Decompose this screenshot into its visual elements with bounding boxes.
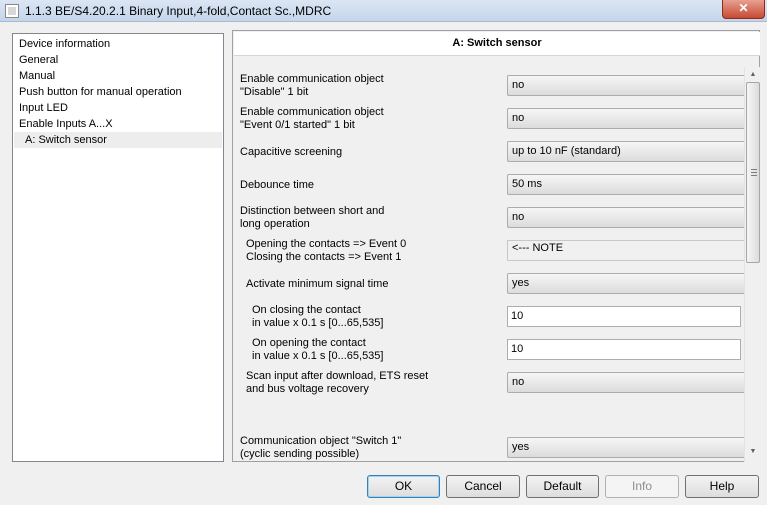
select-short-long[interactable]: no — [507, 207, 744, 228]
nav-item-general[interactable]: General — [19, 52, 58, 68]
window-title: 1.1.3 BE/S4.20.2.1 Binary Input,4-fold,C… — [25, 4, 332, 18]
param-label-switch-object: Communication object "Switch 1" (cyclic … — [240, 435, 402, 460]
scroll-down-icon[interactable]: ▼ — [745, 444, 761, 460]
param-label-debounce-time: Debounce time — [240, 179, 314, 191]
title-bar: 1.1.3 BE/S4.20.2.1 Binary Input,4-fold,C… — [0, 0, 767, 22]
param-label-min-signal-time: Activate minimum signal time — [246, 278, 389, 290]
nav-item-manual[interactable]: Manual — [19, 68, 55, 84]
info-button[interactable]: Info — [605, 475, 679, 498]
input-on-opening[interactable]: 10 — [507, 339, 741, 360]
nav-item-enable-inputs[interactable]: Enable Inputs A...X — [19, 116, 113, 132]
scroll-thumb[interactable] — [746, 82, 760, 263]
nav-item-switch-sensor-a[interactable]: A: Switch sensor — [14, 132, 222, 148]
select-switch-object[interactable]: yes — [507, 437, 744, 458]
param-label-scan-input: Scan input after download, ETS reset and… — [246, 370, 429, 395]
scroll-up-icon[interactable]: ▲ — [745, 67, 761, 83]
param-label-capacitive-screening: Capacitive screening — [240, 146, 343, 158]
default-button[interactable]: Default — [526, 475, 599, 498]
cancel-button[interactable]: Cancel — [446, 475, 520, 498]
parameter-panel: A: Switch sensor Enable communication ob… — [232, 30, 761, 462]
grip-icon — [751, 169, 757, 176]
app-icon — [5, 4, 19, 18]
param-label-on-closing: On closing the contact in value x 0.1 s … — [252, 304, 384, 329]
vertical-scrollbar[interactable]: ▲ ▼ — [744, 67, 761, 462]
select-capacitive-screening[interactable]: up to 10 nF (standard) — [507, 141, 744, 162]
param-label-short-long: Distinction between short and long opera… — [240, 205, 385, 230]
panel-title: A: Switch sensor — [234, 32, 760, 56]
param-label-disable: Enable communication object "Disable" 1 … — [240, 73, 384, 98]
nav-item-push-button[interactable]: Push button for manual operation — [19, 84, 182, 100]
ok-button[interactable]: OK — [367, 475, 440, 498]
close-button[interactable]: ✕ — [722, 0, 765, 19]
help-button[interactable]: Help — [685, 475, 759, 498]
select-event-started[interactable]: no — [507, 108, 744, 129]
select-min-signal-time[interactable]: yes — [507, 273, 744, 294]
nav-item-input-led[interactable]: Input LED — [19, 100, 68, 116]
param-label-contacts-info: Opening the contacts => Event 0 Closing … — [246, 238, 407, 263]
select-scan-input[interactable]: no — [507, 372, 744, 393]
parameter-tree: Device information General Manual Push b… — [12, 33, 224, 462]
parameter-list: Enable communication object "Disable" 1 … — [234, 58, 744, 462]
param-label-on-opening: On opening the contact in value x 0.1 s … — [252, 337, 384, 362]
note-field: <--- NOTE — [507, 240, 744, 261]
nav-item-device-information[interactable]: Device information — [19, 36, 110, 52]
select-debounce-time[interactable]: 50 ms — [507, 174, 744, 195]
input-on-closing[interactable]: 10 — [507, 306, 741, 327]
select-disable[interactable]: no — [507, 75, 744, 96]
param-label-event-started: Enable communication object "Event 0/1 s… — [240, 106, 384, 131]
